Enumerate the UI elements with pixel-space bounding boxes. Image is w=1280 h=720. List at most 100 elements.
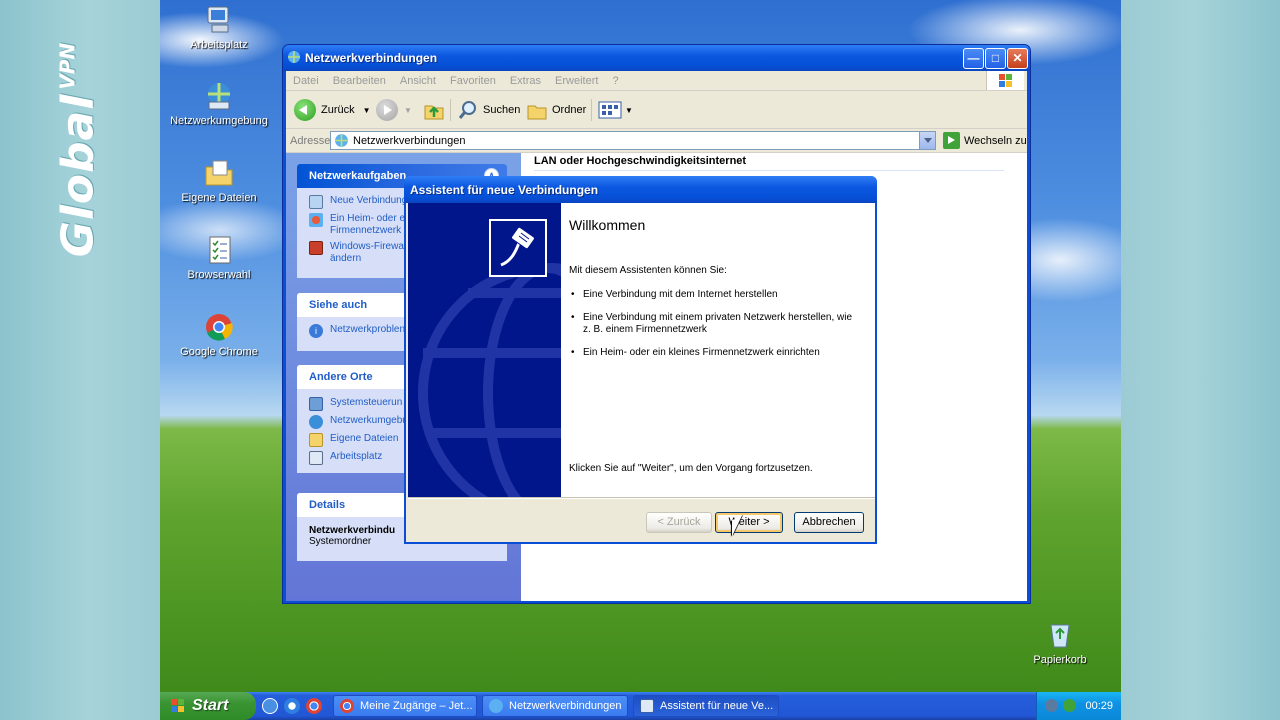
- maximize-button[interactable]: □: [985, 48, 1006, 69]
- new-connection-wizard: Assistent für neue Verbindungen Willkomm…: [404, 176, 877, 544]
- task-label: Eigene Dateien: [330, 433, 399, 444]
- menu-datei[interactable]: Datei: [286, 71, 326, 91]
- menu-bar: Datei Bearbeiten Ansicht Favoriten Extras Erw…: [286, 71, 1027, 91]
- wizard-heading: Willkommen: [569, 217, 646, 233]
- window-title-bar[interactable]: Netzwerkverbindungen — □ ✕: [283, 45, 1030, 71]
- desktop-icon-browserwahl[interactable]: Browserwahl: [169, 234, 269, 281]
- brand-word: Global: [52, 93, 104, 258]
- wizard-bullet: Ein Heim- oder ein kleines Firmennetzwer…: [569, 347, 859, 359]
- desktop-icon-netzwerkumgebung[interactable]: Netzwerkumgebung: [169, 80, 269, 127]
- menu-bearbeiten[interactable]: Bearbeiten: [326, 71, 393, 91]
- wizard-bullet: Eine Verbindung mit einem privaten Netzw…: [569, 312, 859, 336]
- brand-logo: Global VPN: [53, 43, 104, 258]
- network-connections-icon: [489, 699, 503, 713]
- maximize-icon: □: [991, 51, 1000, 65]
- desktop-icon-label: Google Chrome: [180, 346, 258, 358]
- forward-button[interactable]: ▼: [376, 97, 412, 123]
- search-label: Suchen: [483, 104, 521, 116]
- desktop-icon-google-chrome[interactable]: Google Chrome: [169, 311, 269, 358]
- connection-cable-icon: [489, 219, 547, 277]
- back-button[interactable]: Zurück ▼: [294, 97, 371, 123]
- search-icon: [458, 101, 476, 119]
- start-label: Start: [192, 697, 229, 714]
- views-button[interactable]: ▼: [598, 97, 633, 123]
- window-title: Netzwerkverbindungen: [305, 51, 438, 65]
- documents-folder-icon: [309, 433, 323, 447]
- wizard-next-button[interactable]: Weiter >: [715, 512, 783, 533]
- back-dropdown-icon[interactable]: ▼: [363, 106, 371, 115]
- brand-sub: VPN: [55, 42, 80, 90]
- task-label: Systemsteuerun: [330, 397, 403, 408]
- go-label: Wechseln zu: [964, 134, 1027, 147]
- desktop-icon-eigene-dateien[interactable]: Eigene Dateien: [169, 157, 269, 204]
- wizard-banner: [408, 203, 561, 497]
- computer-icon: [309, 451, 323, 465]
- wizard-footer-text: Klicken Sie auf "Weiter", um den Vorgang…: [569, 463, 813, 474]
- task-label: Ein Heim- oder ei Firmennetzwerk: [330, 213, 407, 236]
- back-label: Zurück: [321, 104, 355, 116]
- system-tray: 00:29: [1036, 692, 1121, 720]
- wizard-title-bar[interactable]: Assistent für neue Verbindungen: [404, 176, 877, 203]
- search-button[interactable]: Suchen: [457, 97, 520, 123]
- back-arrow-icon: [294, 99, 316, 121]
- quicklaunch-ie-icon[interactable]: [284, 698, 300, 714]
- left-brand-bar: Global VPN: [0, 0, 160, 720]
- minimize-icon: —: [967, 51, 980, 65]
- task-wizard[interactable]: Assistent für neue Ve...: [633, 695, 779, 717]
- chrome-icon: [206, 314, 233, 341]
- network-connections-icon: [288, 51, 300, 63]
- desktop-icon-arbeitsplatz[interactable]: Arbeitsplatz: [169, 4, 269, 51]
- recycle-bin-icon: [1050, 624, 1070, 648]
- toolbar-separator: [450, 99, 451, 121]
- folders-button[interactable]: Ordner: [526, 97, 586, 123]
- task-label: Windows-Firewa ändern: [330, 241, 404, 264]
- menu-favoriten[interactable]: Favoriten: [443, 71, 503, 91]
- wizard-cancel-button[interactable]: Abbrechen: [794, 512, 864, 533]
- menu-help[interactable]: ?: [605, 71, 625, 91]
- start-button[interactable]: Start: [160, 692, 256, 720]
- minimize-button[interactable]: —: [963, 48, 984, 69]
- address-label: Adresse: [290, 135, 331, 147]
- panel-title: Siehe auch: [309, 299, 368, 311]
- network-places-icon: [309, 415, 323, 429]
- desktop-icon-label: Eigene Dateien: [181, 192, 257, 204]
- task-chrome[interactable]: Meine Zugänge – Jet...: [333, 695, 477, 717]
- folder-up-icon: [424, 105, 444, 120]
- task-label: Meine Zugänge – Jet...: [360, 700, 473, 712]
- toolbar-separator: [591, 99, 592, 121]
- views-dropdown-icon: ▼: [625, 105, 633, 115]
- panel-title: Netzwerkaufgaben: [309, 170, 407, 182]
- up-folder-button[interactable]: [423, 97, 445, 123]
- tray-security-icon[interactable]: [1063, 699, 1076, 712]
- forward-dropdown-icon[interactable]: ▼: [404, 106, 412, 115]
- menu-erweitert[interactable]: Erweitert: [548, 71, 605, 91]
- folders-label: Ordner: [552, 104, 587, 116]
- task-network-connections[interactable]: Netzwerkverbindungen: [482, 695, 628, 717]
- tray-network-icon[interactable]: [1045, 699, 1058, 712]
- task-label: Netzwerkverbindungen: [509, 700, 622, 712]
- close-button[interactable]: ✕: [1007, 48, 1028, 69]
- taskbar: Start Meine Zugänge – Jet... Netzwerkver…: [160, 692, 1121, 720]
- wizard-icon: [640, 699, 654, 713]
- wizard-intro: Mit diesem Assistenten können Sie:: [569, 265, 727, 276]
- task-label: Netzwerkumgebu: [330, 415, 408, 426]
- quicklaunch-desktop-icon[interactable]: [262, 698, 278, 714]
- menu-ansicht[interactable]: Ansicht: [393, 71, 443, 91]
- address-input[interactable]: Netzwerkverbindungen: [330, 131, 936, 150]
- folders-icon: [527, 105, 547, 120]
- go-button[interactable]: Wechseln zu: [943, 132, 1027, 149]
- wizard-back-button[interactable]: < Zurück: [646, 512, 712, 533]
- toolbar: Zurück ▼ ▼ Suchen Ordner ▼: [286, 91, 1027, 129]
- desktop-icon-papierkorb[interactable]: Papierkorb: [1010, 619, 1110, 666]
- quicklaunch-chrome-icon[interactable]: [306, 698, 322, 714]
- address-value: Netzwerkverbindungen: [353, 135, 466, 147]
- chrome-icon: [340, 699, 354, 713]
- menu-extras[interactable]: Extras: [503, 71, 548, 91]
- task-label: Arbeitsplatz: [330, 451, 383, 462]
- clock: 00:29: [1085, 700, 1113, 712]
- documents-folder-icon: [205, 160, 233, 186]
- desktop-icon-label: Netzwerkumgebung: [170, 115, 268, 127]
- address-dropdown-button[interactable]: [919, 132, 935, 149]
- desktop-icon-label: Browserwahl: [187, 269, 251, 281]
- wizard-bullet: Eine Verbindung mit dem Internet herstel…: [569, 289, 859, 301]
